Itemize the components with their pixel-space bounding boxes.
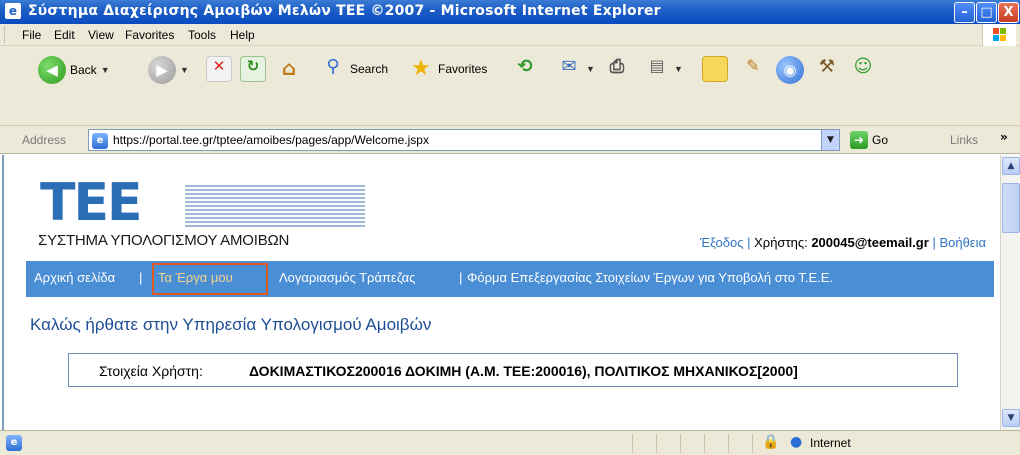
page-icon: e	[92, 133, 108, 149]
menu-grip	[4, 27, 7, 43]
logo-text: ΤΕΕ	[40, 173, 143, 233]
menu-bar: File Edit View Favorites Tools Help	[0, 24, 1020, 46]
back-button[interactable]: ◀ Back ▼	[38, 56, 110, 84]
refresh-button[interactable]: ↻	[240, 56, 266, 82]
nav-home[interactable]: Αρχική σελίδα	[34, 270, 115, 285]
favorites-button[interactable]: ★ Favorites	[408, 56, 487, 82]
menu-view[interactable]: View	[88, 28, 114, 42]
security-zone-label: Internet	[810, 436, 851, 450]
window-title: Σύστημα Διαχείρισης Αμοιβών Μελών ΤΕΕ ©2…	[28, 3, 661, 19]
brand-subtitle: ΣΥΣΤΗΜΑ ΥΠΟΛΟΓΙΣΜΟΥ ΑΜΟΙΒΩΝ	[38, 232, 290, 249]
back-label: Back	[70, 63, 97, 77]
mail-icon: ✉	[561, 56, 577, 77]
stop-icon: ✕	[206, 56, 232, 82]
discuss-button[interactable]	[702, 56, 728, 82]
windows-logo	[982, 24, 1016, 46]
windows-flag-icon	[993, 28, 1007, 42]
address-label: Address	[22, 133, 67, 147]
chevron-right-icon[interactable]: »	[1000, 130, 1008, 144]
search-icon: ⚲	[326, 56, 340, 77]
maximize-button[interactable]: □	[976, 2, 997, 23]
go-label: Go	[872, 133, 889, 147]
user-bar: Έξοδος | Χρήστης: 200045@teemail.gr | Βο…	[700, 235, 986, 250]
home-icon: ⌂	[281, 56, 297, 80]
address-url[interactable]: https://portal.tee.gr/tptee/amoibes/page…	[113, 133, 429, 147]
history-icon: ⟲	[517, 56, 533, 77]
mail-button[interactable]: ✉ ▼	[556, 56, 595, 82]
refresh-icon: ↻	[240, 56, 266, 82]
help-link[interactable]: Βοήθεια	[939, 235, 986, 250]
scroll-up-icon[interactable]: ▲	[1002, 157, 1020, 175]
user-info-label: Στοιχεία Χρήστη:	[99, 363, 203, 379]
user-info-box: Στοιχεία Χρήστη: ΔΟΚΙΜΑΣΤΙΚΟΣ200016 ΔΟΚΙ…	[68, 353, 958, 387]
user-email: 200045@teemail.gr	[811, 235, 929, 250]
go-arrow-icon: ➜	[850, 131, 868, 149]
scroll-down-icon[interactable]: ▼	[1002, 409, 1020, 427]
menu-favorites[interactable]: Favorites	[125, 28, 174, 42]
home-button[interactable]: ⌂	[276, 56, 302, 82]
logo-stripes	[185, 185, 365, 231]
contacts-icon: ☺	[853, 56, 873, 77]
history-button[interactable]: ⟲	[512, 56, 538, 82]
window-title-bar: e Σύστημα Διαχείρισης Αμοιβών Μελών ΤΕΕ …	[0, 0, 1020, 24]
print-button[interactable]: ⎙	[604, 56, 630, 82]
close-button[interactable]: X	[998, 2, 1019, 23]
search-button[interactable]: ⚲ Search	[320, 56, 388, 82]
highlight-box	[152, 263, 268, 295]
minimize-button[interactable]: –	[954, 2, 975, 23]
status-page-icon: e	[6, 435, 22, 451]
go-button[interactable]: ➜ Go	[850, 131, 888, 149]
nav-submission-form[interactable]: Φόρμα Επεξεργασίας Στοιχείων Έργων για Υ…	[467, 270, 833, 285]
nav-bank-account[interactable]: Λογαριασμός Τράπεζας	[279, 270, 415, 285]
vertical-scrollbar[interactable]: ▲ ▼	[1000, 155, 1020, 430]
menu-edit[interactable]: Edit	[54, 28, 75, 42]
menu-tools[interactable]: Tools	[188, 28, 216, 42]
welcome-heading: Καλώς ήρθατε στην Υπηρεσία Υπολογισμού Α…	[30, 315, 432, 334]
favorites-star-icon: ★	[411, 56, 431, 81]
search-label: Search	[350, 62, 389, 76]
address-dropdown-icon[interactable]: ▼	[821, 130, 839, 150]
lock-icon: 🔒	[762, 434, 780, 450]
mail-dropdown-icon[interactable]: ▼	[586, 64, 595, 74]
address-bar: Address e https://portal.tee.gr/tptee/am…	[0, 126, 1020, 154]
scroll-thumb[interactable]	[1002, 183, 1020, 233]
main-nav: Αρχική σελίδα | Τα Έργα μου Λογαριασμός …	[26, 261, 994, 297]
research-icon: ✎	[746, 56, 760, 75]
print-icon: ⎙	[609, 56, 625, 77]
research-button[interactable]: ✎	[740, 56, 766, 82]
nav-separator: |	[459, 270, 463, 285]
back-arrow-icon: ◀	[38, 56, 66, 84]
edit-icon: ▤	[649, 56, 665, 75]
internet-zone-icon: ●	[790, 434, 803, 450]
menu-file[interactable]: File	[22, 28, 41, 42]
toolbox-icon: ⚒	[818, 56, 836, 77]
standard-toolbar: ◀ Back ▼ ▶ ▼ ✕ ↻ ⌂ ⚲ Search ★ Favorites …	[0, 46, 1020, 126]
status-bar: e 🔒 ● Internet	[0, 430, 1020, 455]
globe-icon: ◉	[776, 56, 804, 84]
address-input[interactable]: e https://portal.tee.gr/tptee/amoibes/pa…	[88, 129, 840, 151]
nav-separator: |	[139, 270, 143, 285]
links-button[interactable]: Links	[950, 133, 978, 147]
discuss-icon	[702, 56, 728, 82]
back-dropdown-icon[interactable]: ▼	[101, 65, 110, 75]
user-prefix: Χρήστης:	[754, 235, 808, 250]
forward-dropdown-icon[interactable]: ▼	[180, 65, 189, 75]
page-content: ΤΕΕ ΣΥΣΤΗΜΑ ΥΠΟΛΟΓΙΣΜΟΥ ΑΜΟΙΒΩΝ Έξοδος |…	[2, 155, 998, 430]
forward-arrow-icon: ▶	[148, 56, 176, 84]
menu-help[interactable]: Help	[230, 28, 255, 42]
stop-button[interactable]: ✕	[206, 56, 232, 82]
edit-button[interactable]: ▤ ▼	[644, 56, 683, 82]
forward-button[interactable]: ▶ ▼	[148, 56, 189, 84]
ie-app-icon: e	[5, 3, 21, 19]
edit-dropdown-icon[interactable]: ▼	[674, 64, 683, 74]
exit-link[interactable]: Έξοδος	[700, 235, 744, 250]
messenger-button[interactable]: ◉	[776, 56, 804, 84]
favorites-label: Favorites	[438, 62, 488, 76]
contacts-button[interactable]: ☺	[850, 56, 876, 82]
tool-button[interactable]: ⚒	[814, 56, 840, 82]
user-info-value: ΔΟΚΙΜΑΣΤΙΚΟΣ200016 ΔΟΚΙΜΗ (Α.Μ. ΤΕΕ:2000…	[249, 363, 798, 379]
